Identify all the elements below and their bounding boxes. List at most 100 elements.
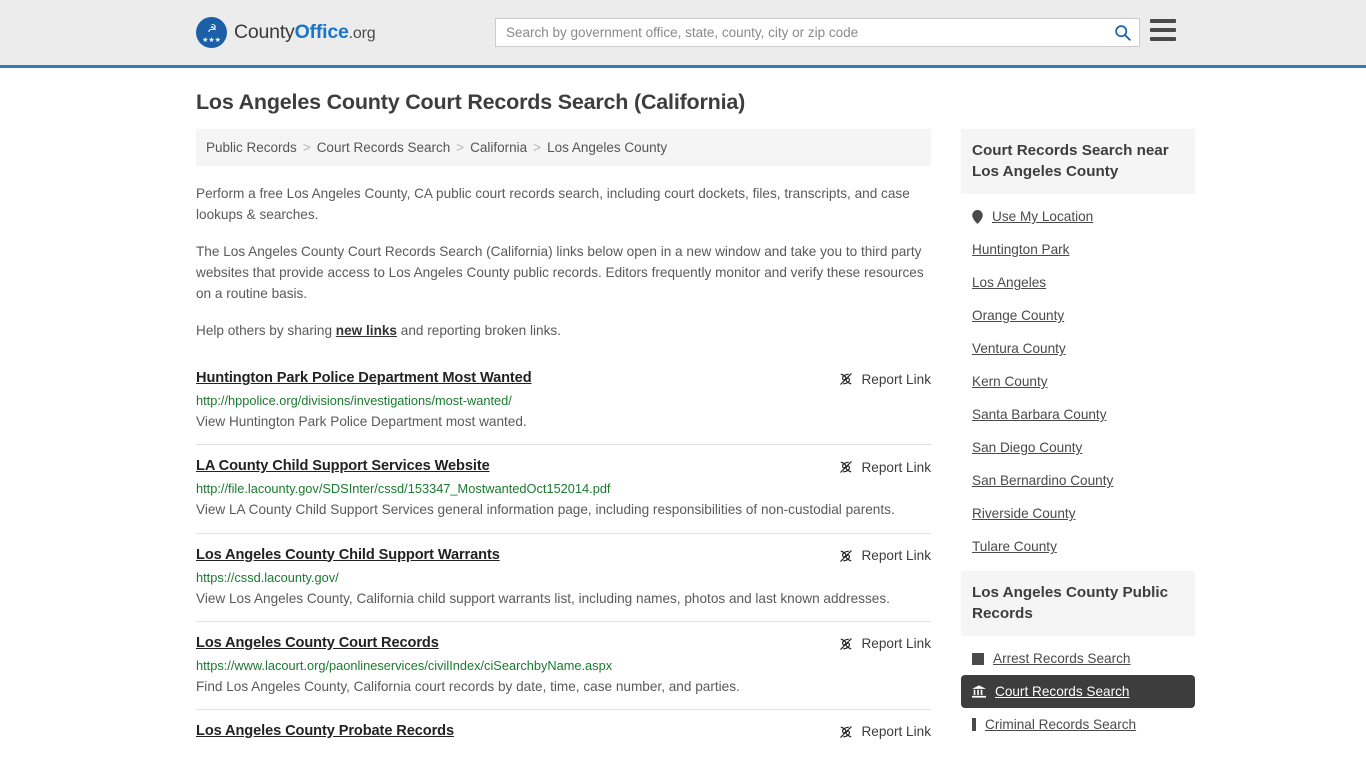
search-icon: [1114, 25, 1131, 41]
sidebar-card-nearby: Court Records Search near Los Angeles Co…: [961, 129, 1195, 563]
intro-paragraph-1: Perform a free Los Angeles County, CA pu…: [196, 186, 910, 223]
broken-link-icon: [840, 637, 853, 650]
report-link-button[interactable]: Report Link: [838, 724, 931, 740]
result-description: View LA County Child Support Services ge…: [196, 502, 895, 518]
search-input[interactable]: [496, 19, 1105, 46]
sidebar-public-records-heading: Los Angeles County Public Records: [961, 571, 1195, 637]
broken-link-icon: [840, 549, 853, 562]
result-title-link[interactable]: Huntington Park Police Department Most W…: [196, 370, 532, 386]
sidebar-nearby-heading: Court Records Search near Los Angeles Co…: [961, 129, 1195, 195]
square-icon: [972, 652, 984, 665]
sidebar-item-label: San Bernardino County: [972, 473, 1114, 489]
sidebar-item-use-my-location[interactable]: Use My Location: [961, 200, 1195, 233]
report-link-button[interactable]: Report Link: [838, 636, 931, 652]
search-bar: [495, 18, 1140, 47]
result-title-link[interactable]: Los Angeles County Probate Records: [196, 723, 454, 739]
new-links-link[interactable]: new links: [336, 323, 397, 338]
report-link-label: Report Link: [861, 548, 931, 563]
result-url[interactable]: http://file.lacounty.gov/SDSInter/cssd/1…: [196, 481, 931, 496]
breadcrumb: Public Records > Court Records Search > …: [196, 129, 931, 166]
result-description: View Los Angeles County, California chil…: [196, 590, 890, 606]
sidebar-item-los-angeles[interactable]: Los Angeles: [961, 266, 1195, 299]
results-list: Huntington Park Police Department Most W…: [196, 359, 931, 751]
result-item: Huntington Park Police Department Most W…: [196, 359, 931, 444]
sidebar-item-label: Use My Location: [992, 209, 1094, 225]
sidebar-item-label: Huntington Park: [972, 242, 1070, 258]
result-url[interactable]: http://hppolice.org/divisions/investigat…: [196, 393, 931, 408]
sidebar-item-label: San Diego County: [972, 440, 1083, 456]
main-content: Public Records > Court Records Search > …: [196, 129, 931, 752]
sidebar-item-label: Arrest Records Search: [993, 651, 1131, 667]
sidebar-item-label: Tulare County: [972, 539, 1057, 555]
eagle-stars-seal-icon: ☭ ★★★: [196, 17, 227, 48]
sidebar-item-ventura-county[interactable]: Ventura County: [961, 332, 1195, 365]
result-title-link[interactable]: Los Angeles County Court Records: [196, 635, 439, 651]
intro-p3-after: and reporting broken links.: [397, 323, 561, 339]
intro-paragraph-3: Help others by sharing new links and rep…: [196, 320, 931, 341]
brand-part-org: .org: [348, 25, 376, 42]
result-item: LA County Child Support Services Website…: [196, 444, 931, 532]
result-description: Find Los Angeles County, California cour…: [196, 678, 740, 694]
page-container: Los Angeles County Court Records Search …: [0, 90, 1366, 752]
broken-link-icon: [840, 461, 853, 474]
sidebar-item-label: Los Angeles: [972, 275, 1047, 291]
report-link-label: Report Link: [861, 724, 931, 740]
page-title: Los Angeles County Court Records Search …: [196, 90, 746, 114]
breadcrumb-separator: >: [302, 140, 311, 155]
result-title-link[interactable]: LA County Child Support Services Website: [196, 458, 490, 474]
search-button[interactable]: [1105, 19, 1139, 46]
broken-link-icon: [840, 373, 853, 386]
result-item: Los Angeles County Probate Records Repor…: [196, 708, 931, 752]
broken-link-icon: [840, 725, 853, 738]
sidebar-item-arrest-records-search[interactable]: Arrest Records Search: [961, 642, 1195, 675]
sidebar-item-orange-county[interactable]: Orange County: [961, 299, 1195, 332]
breadcrumb-separator: >: [533, 140, 542, 155]
sidebar-item-label: Riverside County: [972, 506, 1076, 522]
site-header: ☭ ★★★ CountyOffice.org: [0, 0, 1366, 68]
brand-part-office: Office: [294, 21, 349, 43]
breadcrumb-item-court-records-search[interactable]: Court Records Search: [317, 140, 451, 155]
sidebar-item-label: Criminal Records Search: [985, 717, 1137, 733]
brand-wordmark: CountyOffice.org: [234, 21, 376, 44]
intro-text: Perform a free Los Angeles County, CA pu…: [196, 183, 931, 341]
sidebar-item-criminal-records-search[interactable]: Criminal Records Search: [961, 708, 1195, 741]
result-url[interactable]: https://www.lacourt.org/paonlineservices…: [196, 658, 931, 673]
report-link-label: Report Link: [861, 371, 931, 387]
breadcrumb-separator: >: [456, 140, 465, 155]
result-description: View Huntington Park Police Department m…: [196, 414, 527, 430]
result-item: Los Angeles County Court Records Report …: [196, 620, 931, 709]
report-link-button[interactable]: Report Link: [838, 371, 931, 387]
breadcrumb-item-public-records[interactable]: Public Records: [206, 140, 297, 155]
result-title-link[interactable]: Los Angeles County Child Support Warrant…: [196, 547, 500, 563]
report-link-button[interactable]: Report Link: [838, 459, 931, 475]
sidebar-public-records-list: Arrest Records Search Court Records Sear…: [961, 636, 1195, 741]
sidebar: Court Records Search near Los Angeles Co…: [961, 129, 1195, 749]
sidebar-item-santa-barbara-county[interactable]: Santa Barbara County: [961, 398, 1195, 431]
sidebar-item-label: Santa Barbara County: [972, 407, 1107, 423]
result-url[interactable]: https://cssd.lacounty.gov/: [196, 570, 931, 585]
intro-paragraph-2: The Los Angeles County Court Records Sea…: [196, 244, 924, 302]
sidebar-item-huntington-park[interactable]: Huntington Park: [961, 233, 1195, 266]
courthouse-icon: [972, 685, 986, 698]
sidebar-item-san-bernardino-county[interactable]: San Bernardino County: [961, 464, 1195, 497]
bar-icon: [972, 718, 976, 732]
hamburger-menu-icon[interactable]: [1150, 19, 1176, 41]
result-item: Los Angeles County Child Support Warrant…: [196, 532, 931, 621]
sidebar-item-riverside-county[interactable]: Riverside County: [961, 497, 1195, 530]
sidebar-item-court-records-search[interactable]: Court Records Search: [961, 675, 1195, 709]
sidebar-item-label: Court Records Search: [995, 684, 1130, 700]
sidebar-item-label: Orange County: [972, 308, 1065, 324]
sidebar-item-san-diego-county[interactable]: San Diego County: [961, 431, 1195, 464]
report-link-label: Report Link: [861, 636, 931, 652]
sidebar-nearby-list: Use My Location Huntington Park Los Ange…: [961, 194, 1195, 563]
report-link-label: Report Link: [861, 459, 931, 475]
sidebar-item-kern-county[interactable]: Kern County: [961, 365, 1195, 398]
sidebar-item-label: Ventura County: [972, 341, 1066, 357]
site-logo[interactable]: ☭ ★★★ CountyOffice.org: [196, 17, 376, 48]
sidebar-item-tulare-county[interactable]: Tulare County: [961, 530, 1195, 563]
report-link-button[interactable]: Report Link: [838, 548, 931, 564]
sidebar-item-label: Kern County: [972, 374, 1048, 390]
map-pin-icon: [972, 209, 983, 224]
breadcrumb-item-los-angeles-county: Los Angeles County: [547, 140, 668, 155]
breadcrumb-item-california[interactable]: California: [470, 140, 527, 155]
